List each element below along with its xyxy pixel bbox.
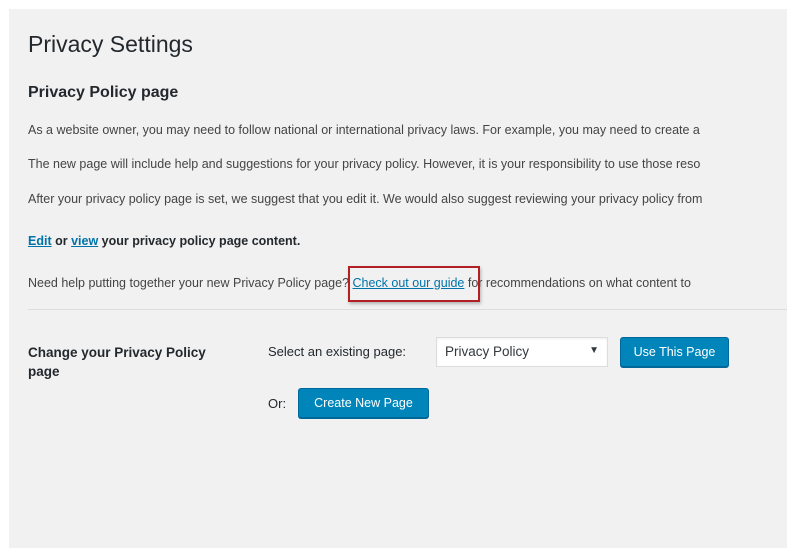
intro-paragraph: As a website owner, you may need to foll… (28, 123, 700, 137)
select-existing-page-label: Select an existing page: (268, 344, 407, 359)
existing-page-select[interactable]: Privacy Policy ▼ (436, 337, 608, 367)
page-title: Privacy Settings (28, 31, 193, 57)
section-title: Privacy Policy page (28, 84, 179, 101)
select-value: Privacy Policy (445, 344, 530, 359)
help-paragraph: The new page will include help and sugge… (28, 157, 701, 171)
section-divider (28, 309, 787, 310)
guide-after-text: for recommendations on what content to (464, 276, 691, 290)
edit-view-line: Edit or view your privacy policy page co… (28, 234, 300, 248)
edit-suggestion-paragraph: After your privacy policy page is set, w… (28, 192, 703, 206)
use-this-page-button[interactable]: Use This Page (620, 337, 729, 367)
edit-view-rest-text: your privacy policy page content. (98, 234, 301, 248)
guide-intro-text: Need help putting together your new Priv… (28, 276, 353, 290)
guide-link-wrapper: Check out our guide (347, 266, 480, 302)
create-new-page-button[interactable]: Create New Page (298, 388, 429, 418)
or-text: or (51, 234, 72, 248)
dropdown-arrow-icon: ▼ (589, 345, 599, 356)
or-label: Or: (268, 396, 287, 411)
view-link[interactable]: view (71, 234, 98, 248)
change-policy-page-label: Change your Privacy Policy page (28, 345, 206, 379)
check-out-guide-link[interactable]: Check out our guide (353, 276, 465, 290)
edit-link[interactable]: Edit (28, 234, 52, 248)
guide-paragraph: Need help putting together your new Priv… (28, 266, 691, 302)
privacy-settings-panel: Privacy Settings Privacy Policy page As … (9, 9, 787, 548)
